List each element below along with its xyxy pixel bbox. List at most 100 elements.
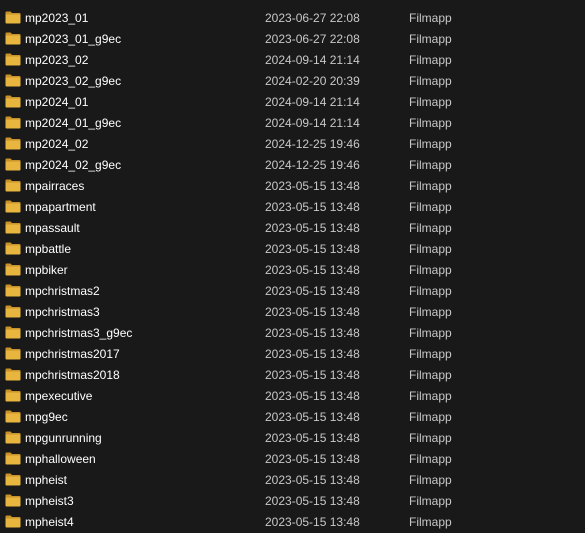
file-name: mp2024_01	[25, 95, 89, 109]
file-row[interactable]: mpchristmas3 2023-05-15 13:48 Filmapp	[0, 302, 585, 323]
folder-icon	[5, 242, 21, 255]
folder-icon	[5, 11, 21, 24]
modified-date: 2023-05-15 13:48	[265, 305, 360, 319]
file-type: Filmapp	[409, 53, 452, 67]
file-row[interactable]: mpheist4 2023-05-15 13:48 Filmapp	[0, 512, 585, 533]
folder-icon	[5, 431, 21, 444]
file-type: Filmapp	[409, 74, 452, 88]
folder-icon	[5, 347, 21, 360]
folder-icon	[5, 53, 21, 66]
folder-icon	[5, 263, 21, 276]
file-row[interactable]: mpchristmas2 2023-05-15 13:48 Filmapp	[0, 281, 585, 302]
file-name: mpbattle	[25, 242, 72, 256]
file-row[interactable]: mpairraces 2023-05-15 13:48 Filmapp	[0, 176, 585, 197]
folder-icon	[5, 179, 21, 192]
folder-icon	[5, 452, 21, 465]
file-name: mp2024_01_g9ec	[25, 116, 122, 130]
file-name: mpbiker	[25, 263, 68, 277]
file-name: mpexecutive	[25, 389, 93, 403]
file-type: Filmapp	[409, 473, 452, 487]
folder-icon	[5, 389, 21, 402]
file-row[interactable]: mp2023_02_g9ec 2024-02-20 20:39 Filmapp	[0, 71, 585, 92]
folder-icon	[5, 137, 21, 150]
file-type: Filmapp	[409, 179, 452, 193]
file-name: mpchristmas2	[25, 284, 100, 298]
modified-date: 2024-09-14 21:14	[265, 95, 360, 109]
file-row[interactable]: mpheist3 2023-05-15 13:48 Filmapp	[0, 491, 585, 512]
file-type: Filmapp	[409, 116, 452, 130]
file-row[interactable]: mpchristmas3_g9ec 2023-05-15 13:48 Filma…	[0, 323, 585, 344]
file-type: Filmapp	[409, 263, 452, 277]
modified-date: 2023-05-15 13:48	[265, 389, 360, 403]
file-list: mp2023_01 2023-06-27 22:08 Filmapp mp202…	[0, 8, 585, 533]
file-row[interactable]: mpchristmas2017 2023-05-15 13:48 Filmapp	[0, 344, 585, 365]
file-name: mpassault	[25, 221, 80, 235]
modified-date: 2023-05-15 13:48	[265, 263, 360, 277]
file-row[interactable]: mp2024_02_g9ec 2024-12-25 19:46 Filmapp	[0, 155, 585, 176]
file-name: mpairraces	[25, 179, 85, 193]
file-name: mpchristmas2017	[25, 347, 120, 361]
file-type: Filmapp	[409, 326, 452, 340]
file-type: Filmapp	[409, 389, 452, 403]
folder-icon	[5, 473, 21, 486]
file-name: mpheist3	[25, 494, 74, 508]
modified-date: 2023-05-15 13:48	[265, 242, 360, 256]
file-row[interactable]: mp2024_02 2024-12-25 19:46 Filmapp	[0, 134, 585, 155]
modified-date: 2023-05-15 13:48	[265, 347, 360, 361]
modified-date: 2024-09-14 21:14	[265, 53, 360, 67]
file-row[interactable]: mp2023_02 2024-09-14 21:14 Filmapp	[0, 50, 585, 71]
modified-date: 2023-05-15 13:48	[265, 494, 360, 508]
file-row[interactable]: mpbiker 2023-05-15 13:48 Filmapp	[0, 260, 585, 281]
modified-date: 2023-05-15 13:48	[265, 410, 360, 424]
file-row[interactable]: mp2023_01 2023-06-27 22:08 Filmapp	[0, 8, 585, 29]
file-name: mp2024_02_g9ec	[25, 158, 122, 172]
modified-date: 2023-06-27 22:08	[265, 11, 360, 25]
file-type: Filmapp	[409, 158, 452, 172]
file-type: Filmapp	[409, 200, 452, 214]
file-row[interactable]: mpgunrunning 2023-05-15 13:48 Filmapp	[0, 428, 585, 449]
file-row[interactable]: mpheist 2023-05-15 13:48 Filmapp	[0, 470, 585, 491]
file-row[interactable]: mpchristmas2018 2023-05-15 13:48 Filmapp	[0, 365, 585, 386]
file-name: mpg9ec	[25, 410, 68, 424]
file-type: Filmapp	[409, 347, 452, 361]
file-name: mp2023_01_g9ec	[25, 32, 122, 46]
file-row[interactable]: mp2024_01_g9ec 2024-09-14 21:14 Filmapp	[0, 113, 585, 134]
modified-date: 2023-05-15 13:48	[265, 431, 360, 445]
file-type: Filmapp	[409, 32, 452, 46]
folder-icon	[5, 515, 21, 528]
file-row[interactable]: mpg9ec 2023-05-15 13:48 Filmapp	[0, 407, 585, 428]
folder-icon	[5, 95, 21, 108]
folder-icon	[5, 74, 21, 87]
modified-date: 2024-02-20 20:39	[265, 74, 360, 88]
file-row[interactable]: mpassault 2023-05-15 13:48 Filmapp	[0, 218, 585, 239]
file-type: Filmapp	[409, 95, 452, 109]
file-name: mpheist	[25, 473, 68, 487]
modified-date: 2023-05-15 13:48	[265, 326, 360, 340]
folder-icon	[5, 221, 21, 234]
file-type: Filmapp	[409, 242, 452, 256]
file-name: mpgunrunning	[25, 431, 102, 445]
file-name: mp2023_02	[25, 53, 89, 67]
file-row[interactable]: mpbattle 2023-05-15 13:48 Filmapp	[0, 239, 585, 260]
modified-date: 2024-12-25 19:46	[265, 137, 360, 151]
file-type: Filmapp	[409, 431, 452, 445]
folder-icon	[5, 326, 21, 339]
file-name: mpchristmas2018	[25, 368, 120, 382]
file-row[interactable]: mp2023_01_g9ec 2023-06-27 22:08 Filmapp	[0, 29, 585, 50]
file-row[interactable]: mpapartment 2023-05-15 13:48 Filmapp	[0, 197, 585, 218]
file-type: Filmapp	[409, 221, 452, 235]
modified-date: 2023-05-15 13:48	[265, 179, 360, 193]
file-type: Filmapp	[409, 305, 452, 319]
file-row[interactable]: mpexecutive 2023-05-15 13:48 Filmapp	[0, 386, 585, 407]
folder-icon	[5, 284, 21, 297]
file-name: mpapartment	[25, 200, 96, 214]
file-name: mp2024_02	[25, 137, 89, 151]
file-name: mp2023_01	[25, 11, 89, 25]
file-name: mp2023_02_g9ec	[25, 74, 122, 88]
file-name: mphalloween	[25, 452, 96, 466]
modified-date: 2023-05-15 13:48	[265, 473, 360, 487]
modified-date: 2024-09-14 21:14	[265, 116, 360, 130]
file-type: Filmapp	[409, 368, 452, 382]
file-row[interactable]: mphalloween 2023-05-15 13:48 Filmapp	[0, 449, 585, 470]
file-row[interactable]: mp2024_01 2024-09-14 21:14 Filmapp	[0, 92, 585, 113]
